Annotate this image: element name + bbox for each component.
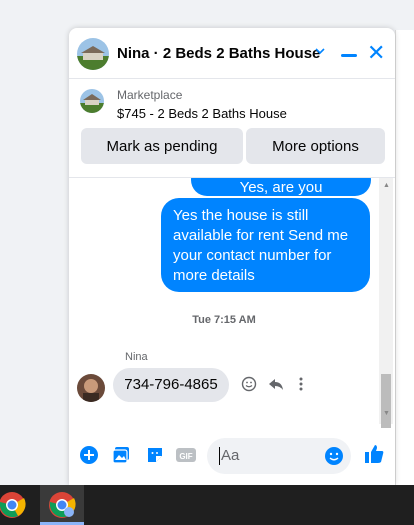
marketplace-panel: Marketplace $745 - 2 Beds 2 Baths House … (69, 79, 395, 178)
photo-icon[interactable] (111, 445, 131, 465)
react-icon[interactable] (241, 376, 257, 397)
listing-title[interactable]: $745 - 2 Beds 2 Baths House (117, 106, 287, 121)
chrome-icon[interactable] (0, 490, 27, 520)
conversation-thumbnail (77, 38, 109, 70)
message-list: Yes, are you interested? Yes the house i… (69, 178, 395, 424)
message-scrollbar[interactable]: ▲ ▼ (379, 178, 393, 436)
chevron-down-icon[interactable] (314, 44, 326, 60)
reply-icon[interactable] (268, 376, 284, 397)
like-icon[interactable] (363, 443, 384, 463)
gif-icon[interactable]: GIF (175, 445, 196, 465)
listing-thumbnail[interactable] (80, 89, 104, 113)
message-input-placeholder: Aa (219, 447, 240, 465)
chat-header[interactable]: Nina · 2 Beds 2 Baths House ✕ (69, 28, 395, 79)
emoji-icon[interactable] (325, 447, 343, 465)
gif-label: GIF (179, 452, 192, 461)
chat-window: Nina · 2 Beds 2 Baths House ✕ Marketplac… (69, 28, 395, 485)
close-icon[interactable]: ✕ (367, 42, 385, 64)
marketplace-label: Marketplace (117, 88, 183, 102)
scroll-down-icon[interactable]: ▼ (383, 410, 390, 417)
page-background (0, 0, 69, 485)
outgoing-message[interactable]: Yes the house is still available for ren… (161, 198, 370, 292)
sender-name: Nina (125, 351, 148, 363)
minimize-icon[interactable] (341, 54, 357, 57)
outgoing-message[interactable]: Yes, are you interested? (191, 178, 371, 196)
taskbar (0, 485, 414, 525)
plus-icon[interactable] (79, 445, 99, 465)
scroll-up-icon[interactable]: ▲ (383, 182, 390, 189)
composer-bar: GIF Aa (69, 428, 395, 485)
more-options-button[interactable]: More options (246, 128, 385, 164)
chrome-profile-icon[interactable] (47, 490, 77, 520)
message-input[interactable]: Aa (207, 438, 351, 474)
avatar[interactable] (77, 374, 105, 402)
scrollbar-thumb[interactable] (381, 374, 391, 436)
adjacent-panel-edge (395, 30, 414, 485)
incoming-message[interactable]: 734-796-4865 (113, 368, 229, 402)
message-timestamp: Tue 7:15 AM (192, 314, 256, 326)
chat-title[interactable]: Nina · 2 Beds 2 Baths House (117, 45, 320, 62)
more-actions-icon[interactable] (298, 376, 304, 397)
mark-as-pending-button[interactable]: Mark as pending (81, 128, 243, 164)
sticker-icon[interactable] (145, 445, 165, 465)
